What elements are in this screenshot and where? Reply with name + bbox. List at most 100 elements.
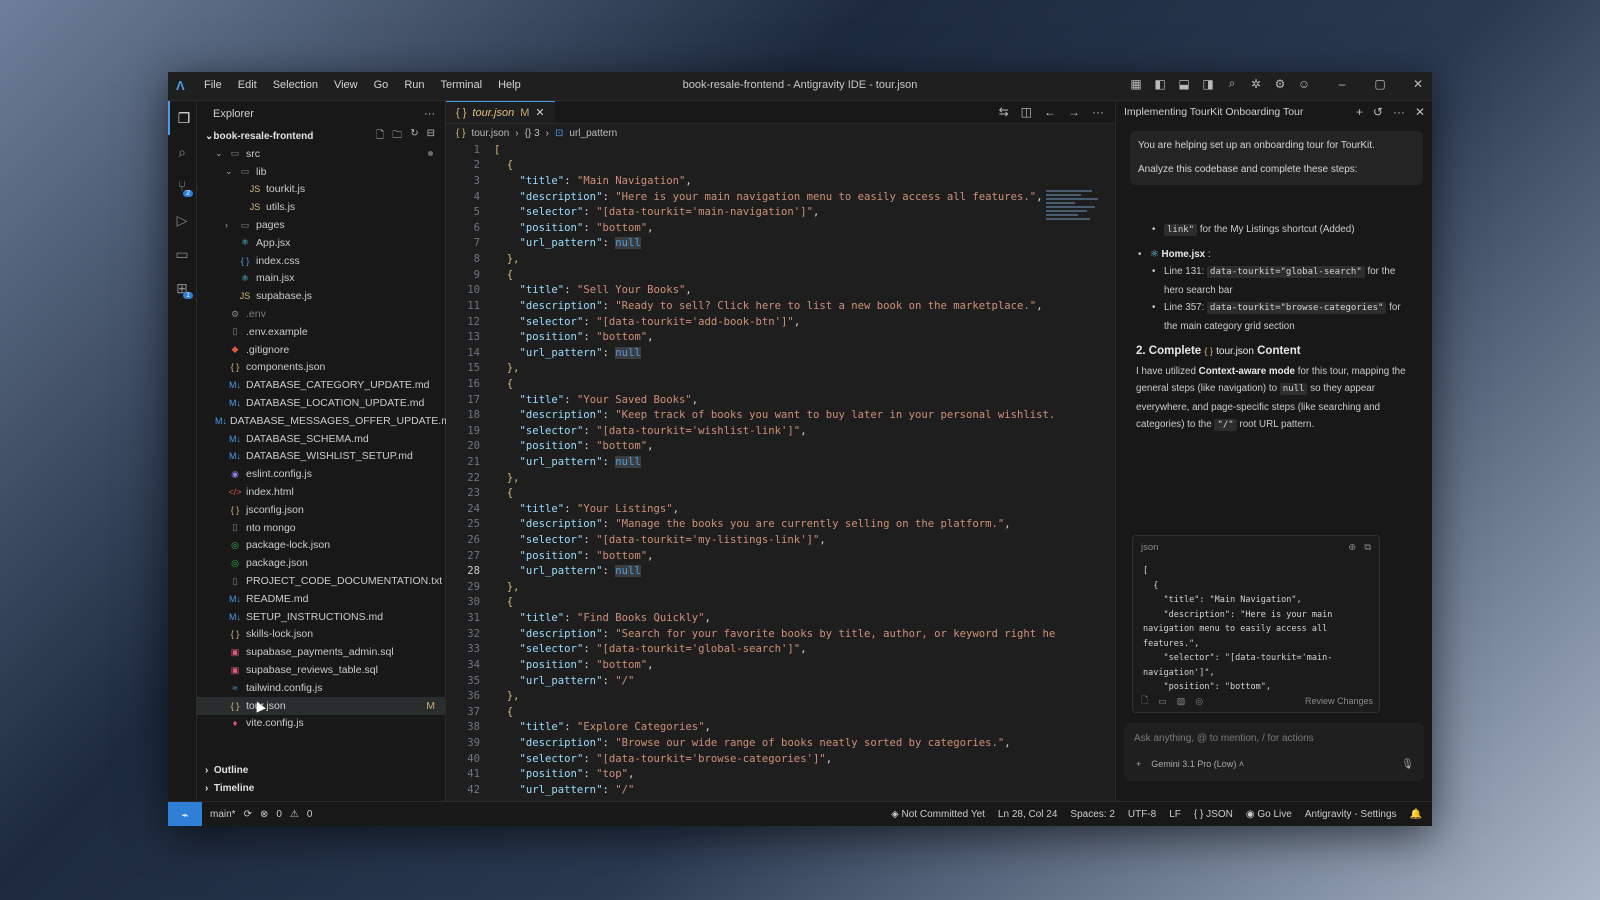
code-line[interactable]: 39 "description": "Browse our wide range… — [446, 735, 1114, 751]
outline-section[interactable]: › Outline — [197, 761, 445, 779]
tree-item[interactable]: M↓ DATABASE_CATEGORY_UPDATE.md — [197, 376, 445, 394]
code-line[interactable]: 37 { — [446, 704, 1114, 720]
file-icon[interactable]: 🗋 — [1141, 693, 1148, 709]
tree-item[interactable]: { } tour.json M — [197, 696, 445, 715]
source-control-icon[interactable]: ⑂ 2 — [168, 169, 196, 203]
error-count[interactable]: 0 — [276, 809, 282, 820]
maximize-icon[interactable]: ▢ — [1372, 77, 1388, 91]
encoding[interactable]: UTF-8 — [1128, 809, 1156, 820]
code-line[interactable]: 19 "selector": "[data-tourkit='wishlist-… — [446, 423, 1114, 439]
code-line[interactable]: 11 "description": "Ready to sell? Click … — [446, 298, 1114, 314]
chat-more-icon[interactable]: ··· — [1393, 105, 1405, 119]
tree-item[interactable]: JS utils.js — [197, 198, 445, 216]
breadcrumb-file[interactable]: tour.json — [471, 128, 509, 139]
menu-go[interactable]: Go — [374, 79, 389, 91]
code-line[interactable]: 35 "url_pattern": "/" — [446, 673, 1114, 689]
line-ending[interactable]: LF — [1169, 809, 1181, 820]
warning-count[interactable]: 0 — [307, 809, 313, 820]
go-live-button[interactable]: ◉ Go Live — [1246, 809, 1292, 820]
code-line[interactable]: 33 "selector": "[data-tourkit='global-se… — [446, 642, 1114, 658]
tree-item[interactable]: ▯ PROJECT_CODE_DOCUMENTATION.txt — [197, 572, 445, 590]
tree-item[interactable]: M↓ DATABASE_SCHEMA.md — [197, 430, 445, 448]
toggle-panel-icon[interactable]: ⬓ — [1176, 77, 1192, 91]
tree-item[interactable]: ◉ eslint.config.js — [197, 465, 445, 483]
tree-item[interactable]: { } skills-lock.json — [197, 626, 445, 644]
toggle-secondary-sidebar-icon[interactable]: ◨ — [1200, 77, 1216, 91]
go-forward-icon[interactable]: → — [1068, 105, 1080, 119]
remote-explorer-icon[interactable]: ▭ — [168, 237, 196, 271]
code-line[interactable]: 18 "description": "Keep track of books y… — [446, 407, 1114, 423]
code-line[interactable]: 6 "position": "bottom", — [446, 220, 1114, 236]
minimap[interactable] — [1046, 188, 1104, 242]
tree-item[interactable]: M↓ DATABASE_MESSAGES_OFFER_UPDATE.md — [197, 412, 456, 430]
code-line[interactable]: 40 "selector": "[data-tourkit='browse-ca… — [446, 751, 1114, 767]
code-line[interactable]: 34 "position": "bottom", — [446, 657, 1114, 673]
code-line[interactable]: 25 "description": "Manage the books you … — [446, 517, 1114, 533]
code-line[interactable]: 15 }, — [446, 361, 1114, 377]
code-line[interactable]: 8 }, — [446, 251, 1114, 267]
code-line[interactable]: 17 "title": "Your Saved Books", — [446, 392, 1114, 408]
chat-input[interactable]: Ask anything, @ to mention, / for action… — [1124, 723, 1424, 781]
code-line[interactable]: 3 "title": "Main Navigation", — [446, 173, 1114, 189]
code-editor[interactable]: 1[2 {3 "title": "Main Navigation", 4 "des… — [446, 142, 1114, 802]
go-back-icon[interactable]: ← — [1044, 105, 1056, 119]
menu-edit[interactable]: Edit — [238, 79, 257, 91]
model-selector[interactable]: + Gemini 3.1 Pro (Low) ˄ — [1136, 759, 1244, 769]
code-line[interactable]: 2 { — [446, 158, 1114, 174]
menu-terminal[interactable]: Terminal — [441, 79, 483, 91]
tree-item[interactable]: JS tourkit.js — [197, 181, 445, 199]
remote-indicator-icon[interactable]: ⌁ — [168, 802, 202, 826]
refresh-icon[interactable]: ↻ — [410, 128, 418, 145]
search-icon[interactable]: ⌕ — [1224, 76, 1240, 91]
new-chat-icon[interactable]: + — [1356, 105, 1363, 119]
microphone-icon[interactable]: 🎙 — [1401, 759, 1414, 770]
tree-item[interactable]: M↓ SETUP_INSTRUCTIONS.md — [197, 608, 445, 626]
code-line[interactable]: 38 "title": "Explore Categories", — [446, 720, 1114, 736]
code-line[interactable]: 10 "title": "Sell Your Books", — [446, 282, 1114, 298]
tree-item[interactable]: ▣ supabase_reviews_table.sql — [197, 661, 445, 679]
terminal-icon[interactable]: ▭ — [1158, 696, 1167, 707]
insert-code-icon[interactable]: ⊕ — [1348, 542, 1356, 553]
code-line[interactable]: 12 "selector": "[data-tourkit='add-book-… — [446, 314, 1114, 330]
copy-icon[interactable]: ⧉ — [1364, 542, 1371, 553]
code-line[interactable]: 1[ — [446, 142, 1114, 158]
tree-item[interactable]: ▣ supabase_payments_admin.sql — [197, 643, 445, 661]
code-line[interactable]: 27 "position": "bottom", — [446, 548, 1114, 564]
workspace-root[interactable]: ⌄ book-resale-frontend 🗋 🗀 ↻ ⊟ — [197, 127, 445, 145]
timeline-section[interactable]: › Timeline — [197, 779, 445, 797]
tree-item[interactable]: ⚙ .env — [197, 305, 445, 323]
tree-item[interactable]: { } index.css — [197, 252, 445, 270]
tree-item[interactable]: ▯ .env.example — [197, 323, 445, 341]
tree-item[interactable]: ◆ .gitignore — [197, 341, 445, 359]
code-line[interactable]: 32 "description": "Search for your favor… — [446, 626, 1114, 642]
tree-item[interactable]: ≈ tailwind.config.js — [197, 679, 445, 697]
new-folder-icon[interactable]: 🗀 — [392, 128, 402, 145]
notifications-bell-icon[interactable]: 🔔 — [1410, 809, 1422, 820]
more-actions-icon[interactable]: ··· — [424, 108, 435, 120]
new-file-icon[interactable]: 🗋 — [376, 128, 384, 145]
editor-more-icon[interactable]: ··· — [1092, 105, 1104, 119]
add-context-icon[interactable]: + — [1136, 759, 1141, 769]
code-line[interactable]: 20 "position": "bottom", — [446, 439, 1114, 455]
code-line[interactable]: 29 }, — [446, 579, 1114, 595]
tab-tour-json[interactable]: { } tour.json M ✕ — [446, 101, 555, 123]
code-line[interactable]: 22 }, — [446, 470, 1114, 486]
tree-item[interactable]: M↓ README.md — [197, 590, 445, 608]
review-changes-button[interactable]: Review Changes — [1305, 696, 1373, 706]
menu-file[interactable]: File — [204, 79, 222, 91]
cursor-position[interactable]: Ln 28, Col 24 — [998, 809, 1058, 820]
tree-item[interactable]: ⌄ ▭ lib — [197, 163, 445, 181]
account-icon[interactable]: ☺ — [1296, 77, 1312, 91]
language-mode[interactable]: { } JSON — [1194, 809, 1233, 820]
tree-item[interactable]: ◎ package-lock.json — [197, 537, 445, 555]
tree-item[interactable]: </> index.html — [197, 483, 445, 501]
breadcrumb-property[interactable]: url_pattern — [569, 128, 617, 139]
explorer-icon[interactable]: ❐ — [168, 101, 198, 135]
code-line[interactable]: 23 { — [446, 485, 1114, 501]
menu-selection[interactable]: Selection — [273, 79, 318, 91]
minimize-icon[interactable]: – — [1334, 77, 1350, 91]
indentation[interactable]: Spaces: 2 — [1070, 809, 1114, 820]
code-line[interactable]: 13 "position": "bottom", — [446, 329, 1114, 345]
file-reference[interactable]: Home.jsx — [1162, 249, 1206, 260]
file-reference[interactable]: tour.json — [1216, 346, 1254, 357]
